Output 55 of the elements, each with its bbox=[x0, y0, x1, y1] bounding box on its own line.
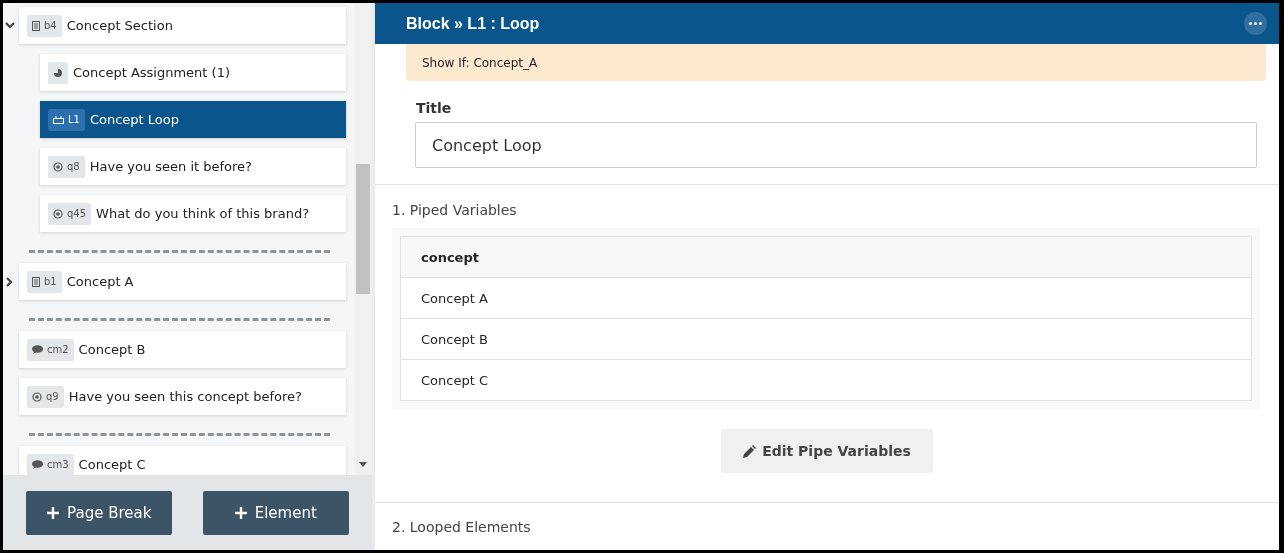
column-header: concept bbox=[400, 236, 1252, 278]
item-id: cm3 bbox=[47, 459, 69, 470]
chevron-down-icon[interactable] bbox=[5, 21, 15, 29]
item-label: Concept Assignment (1) bbox=[73, 65, 230, 80]
item-label: What do you think of this brand? bbox=[96, 206, 310, 221]
item-id: q9 bbox=[46, 391, 59, 402]
pie-chart-icon bbox=[53, 67, 63, 78]
item-label: Have you seen it before? bbox=[89, 159, 253, 174]
item-id: q45 bbox=[67, 208, 87, 219]
item-id: q8 bbox=[67, 161, 80, 172]
plus-icon bbox=[234, 506, 247, 519]
scrollbar[interactable] bbox=[354, 3, 372, 475]
add-button[interactable]: Element bbox=[202, 490, 349, 535]
pencil-icon bbox=[743, 444, 757, 458]
show-if-banner: Show If: Concept_A bbox=[406, 44, 1266, 81]
field-label: Title bbox=[416, 100, 453, 116]
sidebar-item[interactable]: q45 What do you think of this brand? bbox=[40, 195, 346, 232]
radio-icon bbox=[53, 161, 63, 172]
sidebar-item[interactable]: L1 Concept Loop bbox=[40, 101, 346, 138]
item-label: Concept B bbox=[78, 342, 146, 357]
item-label: Concept A bbox=[66, 274, 134, 289]
document-icon bbox=[32, 20, 40, 31]
chevron-right-icon[interactable] bbox=[5, 277, 13, 287]
edit-button[interactable]: Edit Pipe Variables bbox=[721, 429, 933, 473]
table-cell: Concept B bbox=[400, 318, 1252, 360]
document-icon bbox=[32, 276, 40, 287]
radio-icon bbox=[53, 208, 63, 219]
sidebar-item[interactable]: Concept Assignment (1) bbox=[40, 54, 346, 91]
item-label: Concept Loop bbox=[89, 112, 179, 127]
table-cell: Concept A bbox=[400, 277, 1252, 319]
comment-icon bbox=[32, 460, 43, 469]
item-id: b1 bbox=[44, 276, 57, 287]
more-button[interactable] bbox=[1244, 12, 1267, 35]
comment-icon bbox=[32, 345, 43, 354]
sidebar-item[interactable]: q9 Have you seen this concept before? bbox=[19, 378, 346, 415]
radio-icon bbox=[32, 391, 42, 402]
section-heading: 1. Piped Variables bbox=[392, 202, 518, 218]
scroll-down-icon[interactable] bbox=[359, 462, 367, 467]
sidebar-item[interactable]: cm2 Concept B bbox=[19, 331, 346, 368]
sidebar-item[interactable]: q8 Have you seen it before? bbox=[40, 148, 346, 185]
item-label: Concept C bbox=[78, 457, 146, 472]
item-id: b4 bbox=[44, 20, 57, 31]
add-button[interactable]: Page Break bbox=[26, 490, 173, 535]
scrollbar-thumb[interactable] bbox=[356, 164, 370, 294]
sidebar-item[interactable]: cm3 Concept C bbox=[19, 446, 346, 475]
section-heading: 2. Looped Elements bbox=[375, 502, 1279, 550]
item-label: Concept Section bbox=[66, 18, 173, 33]
title-field[interactable]: Concept Loop bbox=[415, 122, 1257, 168]
plus-icon bbox=[47, 506, 60, 519]
item-id: cm2 bbox=[47, 344, 69, 355]
more-icon bbox=[1249, 22, 1262, 25]
header-title: Block » L1 : Loop bbox=[406, 14, 540, 33]
item-label: Have you seen this concept before? bbox=[68, 389, 302, 404]
item-id: L1 bbox=[68, 114, 80, 125]
table-cell: Concept C bbox=[400, 359, 1252, 401]
